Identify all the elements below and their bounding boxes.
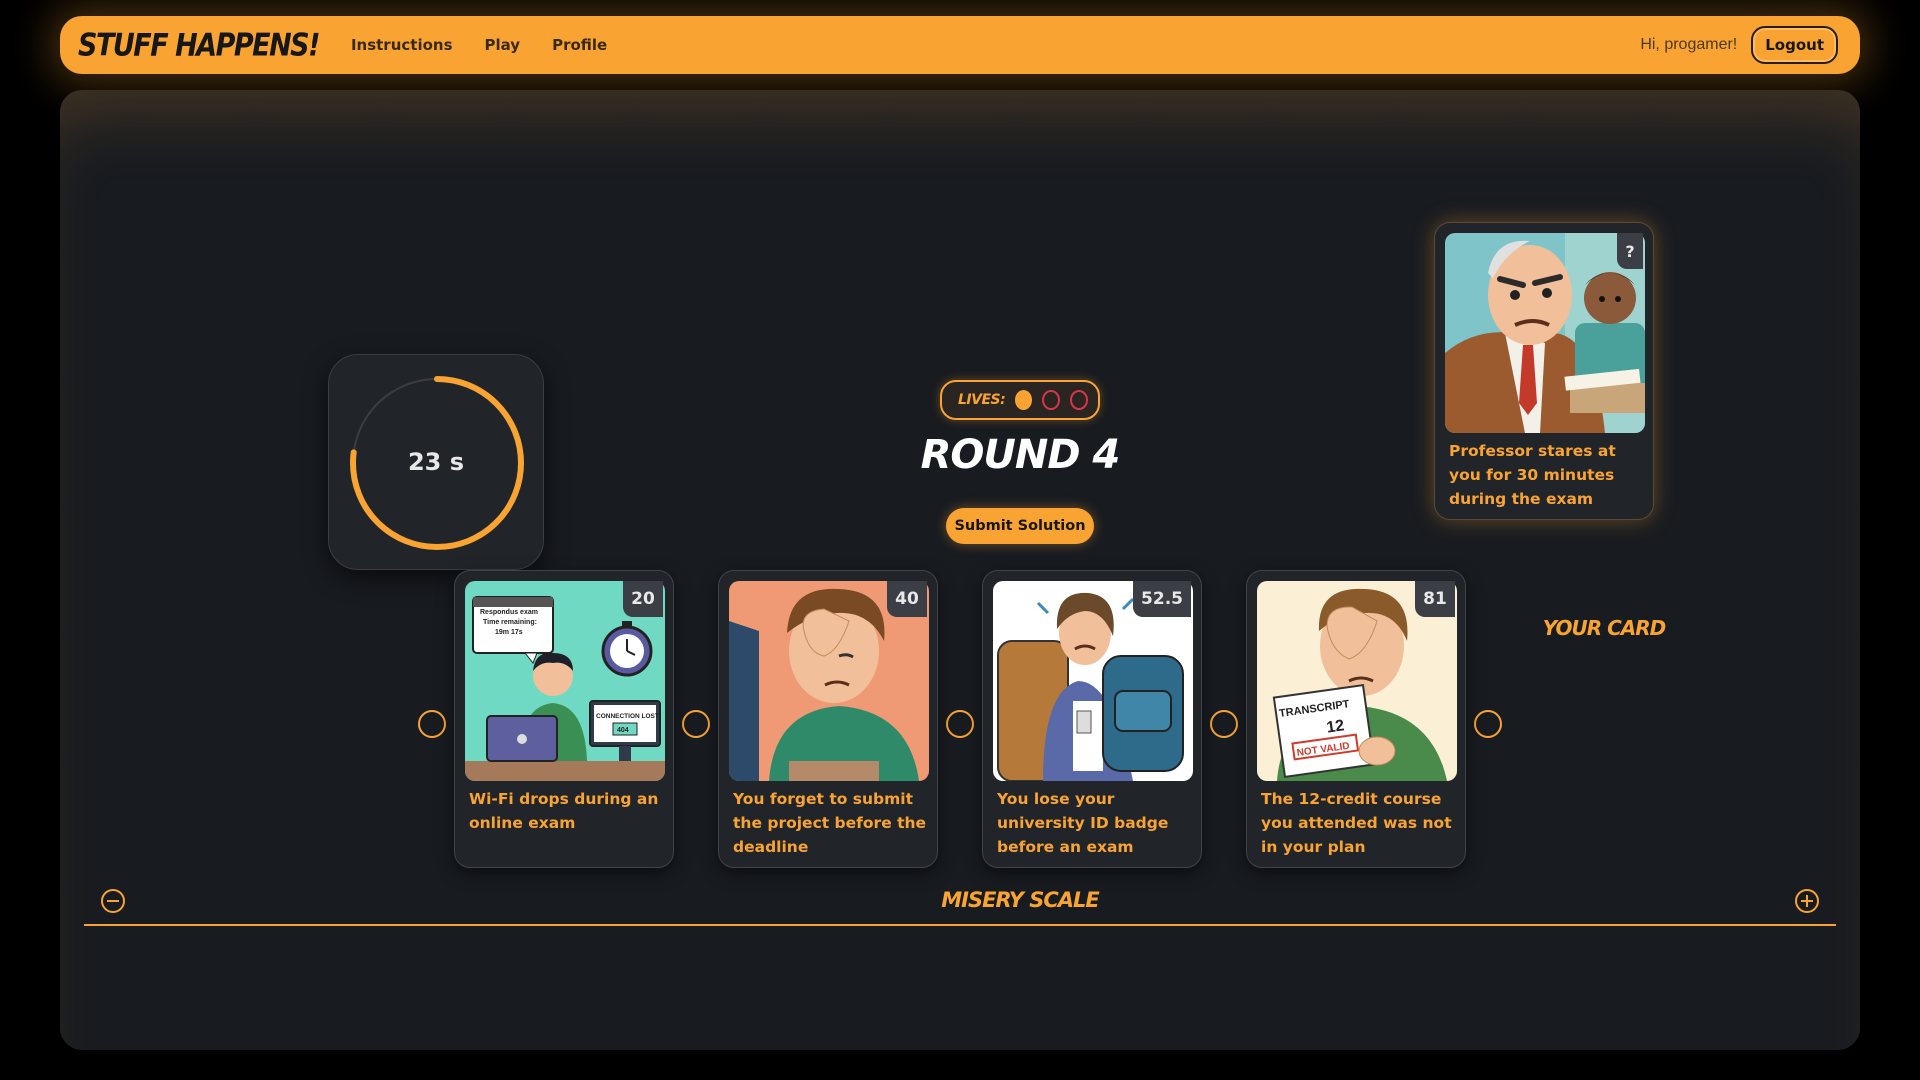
misery-scale-line <box>84 924 1836 926</box>
brand-logo[interactable]: STUFF HAPPENS! <box>78 27 320 63</box>
art-time-value: 19m 17s <box>495 629 523 636</box>
lives-indicator: LIVES: <box>940 380 1100 420</box>
timeline-card: 40 You forget to submit the project befo… <box>718 570 938 868</box>
card-description: You lose your university ID badge before… <box>997 790 1169 856</box>
user-greeting: Hi, progamer! <box>1640 36 1738 53</box>
card-index-badge: ? <box>1617 233 1643 269</box>
misery-scale-label: MISERY SCALE <box>941 888 1099 912</box>
life-lost-icon <box>1070 390 1088 410</box>
your-card-description: Professor stares at you for 30 minutes d… <box>1449 442 1616 508</box>
timeline-card: 52.5 You lose your university ID badge b… <box>982 570 1202 868</box>
your-card-label: YOUR CARD <box>1542 616 1667 640</box>
art-connection-lost: CONNECTION LOST <box>596 713 659 720</box>
placement-slot-4[interactable] <box>1474 710 1502 738</box>
placement-slot-2[interactable] <box>946 710 974 738</box>
timeline-card: TRANSCRIPT 12 NOT VALID 81 The 12-credit… <box>1246 570 1466 868</box>
nav-link-profile[interactable]: Profile <box>552 36 607 54</box>
card-description: The 12-credit course you attended was no… <box>1261 790 1452 856</box>
timer-text: 23 s <box>407 448 465 476</box>
timeline-card: Respondus exam Time remaining: 19m 17s C… <box>454 570 674 868</box>
placement-slot-0[interactable] <box>418 710 446 738</box>
misery-index-badge: 52.5 <box>1133 581 1191 617</box>
lives-label: LIVES: <box>958 392 1006 408</box>
misery-index-badge: 20 <box>623 581 663 617</box>
round-title: ROUND 4 <box>920 432 1121 478</box>
minus-circle-icon <box>101 889 125 913</box>
submit-solution-button[interactable]: Submit Solution <box>946 508 1094 544</box>
game-panel: 23 s LIVES: ROUND 4 Submit Solution ? Pr… <box>60 90 1860 1050</box>
angry-professor-icon <box>1445 233 1645 433</box>
plus-circle-icon <box>1795 889 1819 913</box>
card-description: Wi-Fi drops during an online exam <box>469 790 659 832</box>
card-description: You forget to submit the project before … <box>733 790 927 856</box>
art-time-label: Time remaining: <box>483 619 537 626</box>
art-exam-title: Respondus exam <box>480 609 538 616</box>
art-error-code: 404 <box>617 727 629 734</box>
life-lost-icon <box>1042 390 1061 410</box>
misery-index-badge: 81 <box>1415 581 1455 617</box>
timer: 23 s <box>328 354 544 570</box>
art-credits: 12 <box>1325 717 1345 736</box>
misery-index-badge: 40 <box>887 581 927 617</box>
nav-link-play[interactable]: Play <box>485 36 521 54</box>
nav-link-instructions[interactable]: Instructions <box>351 36 453 54</box>
navbar: STUFF HAPPENS! Instructions Play Profile… <box>60 16 1860 74</box>
placement-slot-3[interactable] <box>1210 710 1238 738</box>
life-icon <box>1015 390 1033 410</box>
your-card[interactable]: ? Professor stares at you for 30 minutes… <box>1434 222 1654 520</box>
placement-slot-1[interactable] <box>682 710 710 738</box>
logout-button[interactable]: Logout <box>1751 26 1838 64</box>
